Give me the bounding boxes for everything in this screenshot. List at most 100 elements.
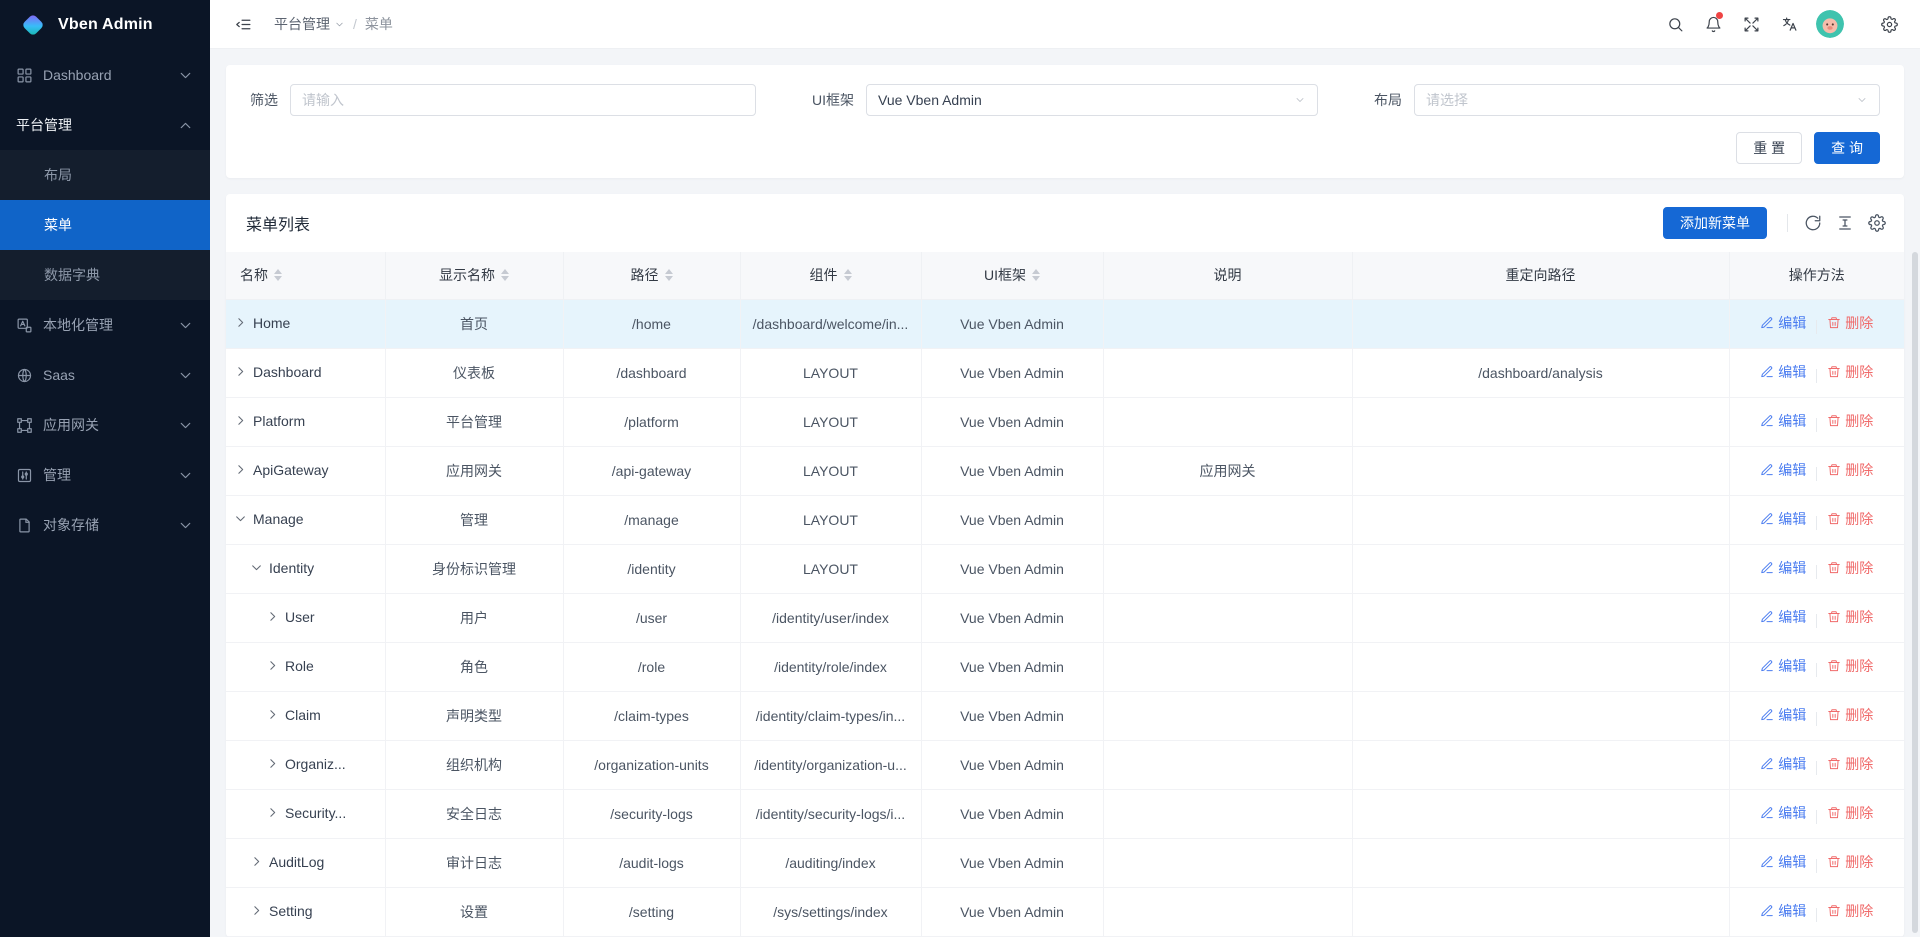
- expand-icon[interactable]: [250, 855, 263, 868]
- refresh-button[interactable]: [1804, 214, 1822, 232]
- sort-icons[interactable]: [501, 269, 509, 281]
- table-row[interactable]: Home 首页 /home /dashboard/welcome/in... V…: [226, 299, 1904, 348]
- layout-select[interactable]: 请选择: [1414, 84, 1880, 116]
- col-header-component[interactable]: 组件: [740, 252, 921, 299]
- sidebar-item-menu[interactable]: 菜单: [0, 200, 210, 250]
- breadcrumb-platform[interactable]: 平台管理: [274, 14, 345, 34]
- sidebar-item-data-dictionary[interactable]: 数据字典: [0, 250, 210, 300]
- expand-icon[interactable]: [266, 610, 279, 623]
- table-row[interactable]: Role 角色 /role /identity/role/index Vue V…: [226, 642, 1904, 691]
- search-button[interactable]: [1658, 7, 1692, 41]
- fullscreen-button[interactable]: [1734, 7, 1768, 41]
- app-logo[interactable]: Vben Admin: [0, 0, 210, 50]
- expand-icon[interactable]: [234, 365, 247, 378]
- expand-icon[interactable]: [266, 659, 279, 672]
- query-button[interactable]: 查 询: [1814, 132, 1880, 164]
- delete-button[interactable]: 删除: [1827, 362, 1873, 382]
- delete-button[interactable]: 删除: [1827, 754, 1873, 774]
- sidebar-item-object-storage[interactable]: 对象存储: [0, 500, 210, 550]
- delete-button[interactable]: 删除: [1827, 313, 1873, 333]
- page-content: 筛选 UI框架 Vue Vben Admin 布局: [210, 49, 1920, 937]
- delete-button[interactable]: 删除: [1827, 460, 1873, 480]
- expand-icon[interactable]: [266, 708, 279, 721]
- edit-button[interactable]: 编辑: [1760, 656, 1806, 676]
- delete-button[interactable]: 删除: [1827, 509, 1873, 529]
- delete-button[interactable]: 删除: [1827, 705, 1873, 725]
- cell-component: LAYOUT: [740, 348, 921, 397]
- edit-button[interactable]: 编辑: [1760, 607, 1806, 627]
- col-header-ui-framework[interactable]: UI框架: [921, 252, 1103, 299]
- expand-icon[interactable]: [266, 806, 279, 819]
- edit-button[interactable]: 编辑: [1760, 509, 1806, 529]
- edit-button[interactable]: 编辑: [1760, 901, 1806, 921]
- expand-icon[interactable]: [234, 316, 247, 329]
- delete-button[interactable]: 删除: [1827, 411, 1873, 431]
- expand-icon[interactable]: [250, 561, 263, 574]
- add-menu-button[interactable]: 添加新菜单: [1663, 207, 1767, 239]
- sidebar-item-layout[interactable]: 布局: [0, 150, 210, 200]
- delete-button[interactable]: 删除: [1827, 558, 1873, 578]
- col-header-path[interactable]: 路径: [563, 252, 740, 299]
- page-scrollbar[interactable]: [1912, 252, 1918, 933]
- edit-button[interactable]: 编辑: [1760, 558, 1806, 578]
- sidebar-item-manage[interactable]: 管理: [0, 450, 210, 500]
- edit-label: 编辑: [1778, 313, 1806, 333]
- delete-button[interactable]: 删除: [1827, 607, 1873, 627]
- sidebar-item-label: Dashboard: [43, 67, 167, 83]
- cell-name-text: Organiz...: [285, 756, 346, 772]
- table-row[interactable]: Platform 平台管理 /platform LAYOUT Vue Vben …: [226, 397, 1904, 446]
- reset-button[interactable]: 重 置: [1736, 132, 1802, 164]
- table-row[interactable]: Identity 身份标识管理 /identity LAYOUT Vue Vbe…: [226, 544, 1904, 593]
- edit-button[interactable]: 编辑: [1760, 362, 1806, 382]
- sidebar-item-localization[interactable]: 本地化管理: [0, 300, 210, 350]
- edit-button[interactable]: 编辑: [1760, 754, 1806, 774]
- sidebar-item-saas[interactable]: Saas: [0, 350, 210, 400]
- edit-button[interactable]: 编辑: [1760, 460, 1806, 480]
- delete-button[interactable]: 删除: [1827, 901, 1873, 921]
- sort-icons[interactable]: [844, 269, 852, 281]
- col-header-name[interactable]: 名称: [226, 252, 385, 299]
- expand-icon[interactable]: [234, 414, 247, 427]
- edit-button[interactable]: 编辑: [1760, 705, 1806, 725]
- table-row[interactable]: Manage 管理 /manage LAYOUT Vue Vben Admin …: [226, 495, 1904, 544]
- sort-icons[interactable]: [665, 269, 673, 281]
- delete-button[interactable]: 删除: [1827, 852, 1873, 872]
- edit-label: 编辑: [1778, 509, 1806, 529]
- col-header-display-name[interactable]: 显示名称: [385, 252, 563, 299]
- edit-button[interactable]: 编辑: [1760, 313, 1806, 333]
- delete-button[interactable]: 删除: [1827, 656, 1873, 676]
- sort-icons[interactable]: [1032, 269, 1040, 281]
- sidebar-item-platform[interactable]: 平台管理: [0, 100, 210, 150]
- table-settings-button[interactable]: [1868, 214, 1886, 232]
- cell-name-text: Platform: [253, 413, 305, 429]
- sort-icons[interactable]: [274, 269, 282, 281]
- notifications-button[interactable]: [1696, 7, 1730, 41]
- table-row[interactable]: ApiGateway 应用网关 /api-gateway LAYOUT Vue …: [226, 446, 1904, 495]
- expand-icon[interactable]: [266, 757, 279, 770]
- table-row[interactable]: Claim 声明类型 /claim-types /identity/claim-…: [226, 691, 1904, 740]
- settings-button[interactable]: [1872, 7, 1906, 41]
- table-row[interactable]: Security... 安全日志 /security-logs /identit…: [226, 789, 1904, 838]
- user-avatar[interactable]: [1816, 10, 1844, 38]
- expand-icon[interactable]: [234, 512, 247, 525]
- table-row[interactable]: User 用户 /user /identity/user/index Vue V…: [226, 593, 1904, 642]
- ui-framework-select[interactable]: Vue Vben Admin: [866, 84, 1318, 116]
- table-row[interactable]: Setting 设置 /setting /sys/settings/index …: [226, 887, 1904, 936]
- row-height-button[interactable]: [1836, 214, 1854, 232]
- expand-icon[interactable]: [234, 463, 247, 476]
- expand-icon[interactable]: [250, 904, 263, 917]
- table-row[interactable]: AuditLog 审计日志 /audit-logs /auditing/inde…: [226, 838, 1904, 887]
- delete-button[interactable]: 删除: [1827, 803, 1873, 823]
- sidebar-item-gateway[interactable]: 应用网关: [0, 400, 210, 450]
- edit-button[interactable]: 编辑: [1760, 411, 1806, 431]
- edit-button[interactable]: 编辑: [1760, 803, 1806, 823]
- filter-input[interactable]: [302, 92, 744, 108]
- collapse-sidebar-button[interactable]: [226, 7, 260, 41]
- language-button[interactable]: [1772, 7, 1806, 41]
- breadcrumb: 平台管理 / 菜单: [274, 14, 393, 34]
- sidebar-item-dashboard[interactable]: Dashboard: [0, 50, 210, 100]
- table-row[interactable]: Organiz... 组织机构 /organization-units /ide…: [226, 740, 1904, 789]
- table-row[interactable]: Dashboard 仪表板 /dashboard LAYOUT Vue Vben…: [226, 348, 1904, 397]
- edit-button[interactable]: 编辑: [1760, 852, 1806, 872]
- cell-component: /sys/settings/index: [740, 887, 921, 936]
